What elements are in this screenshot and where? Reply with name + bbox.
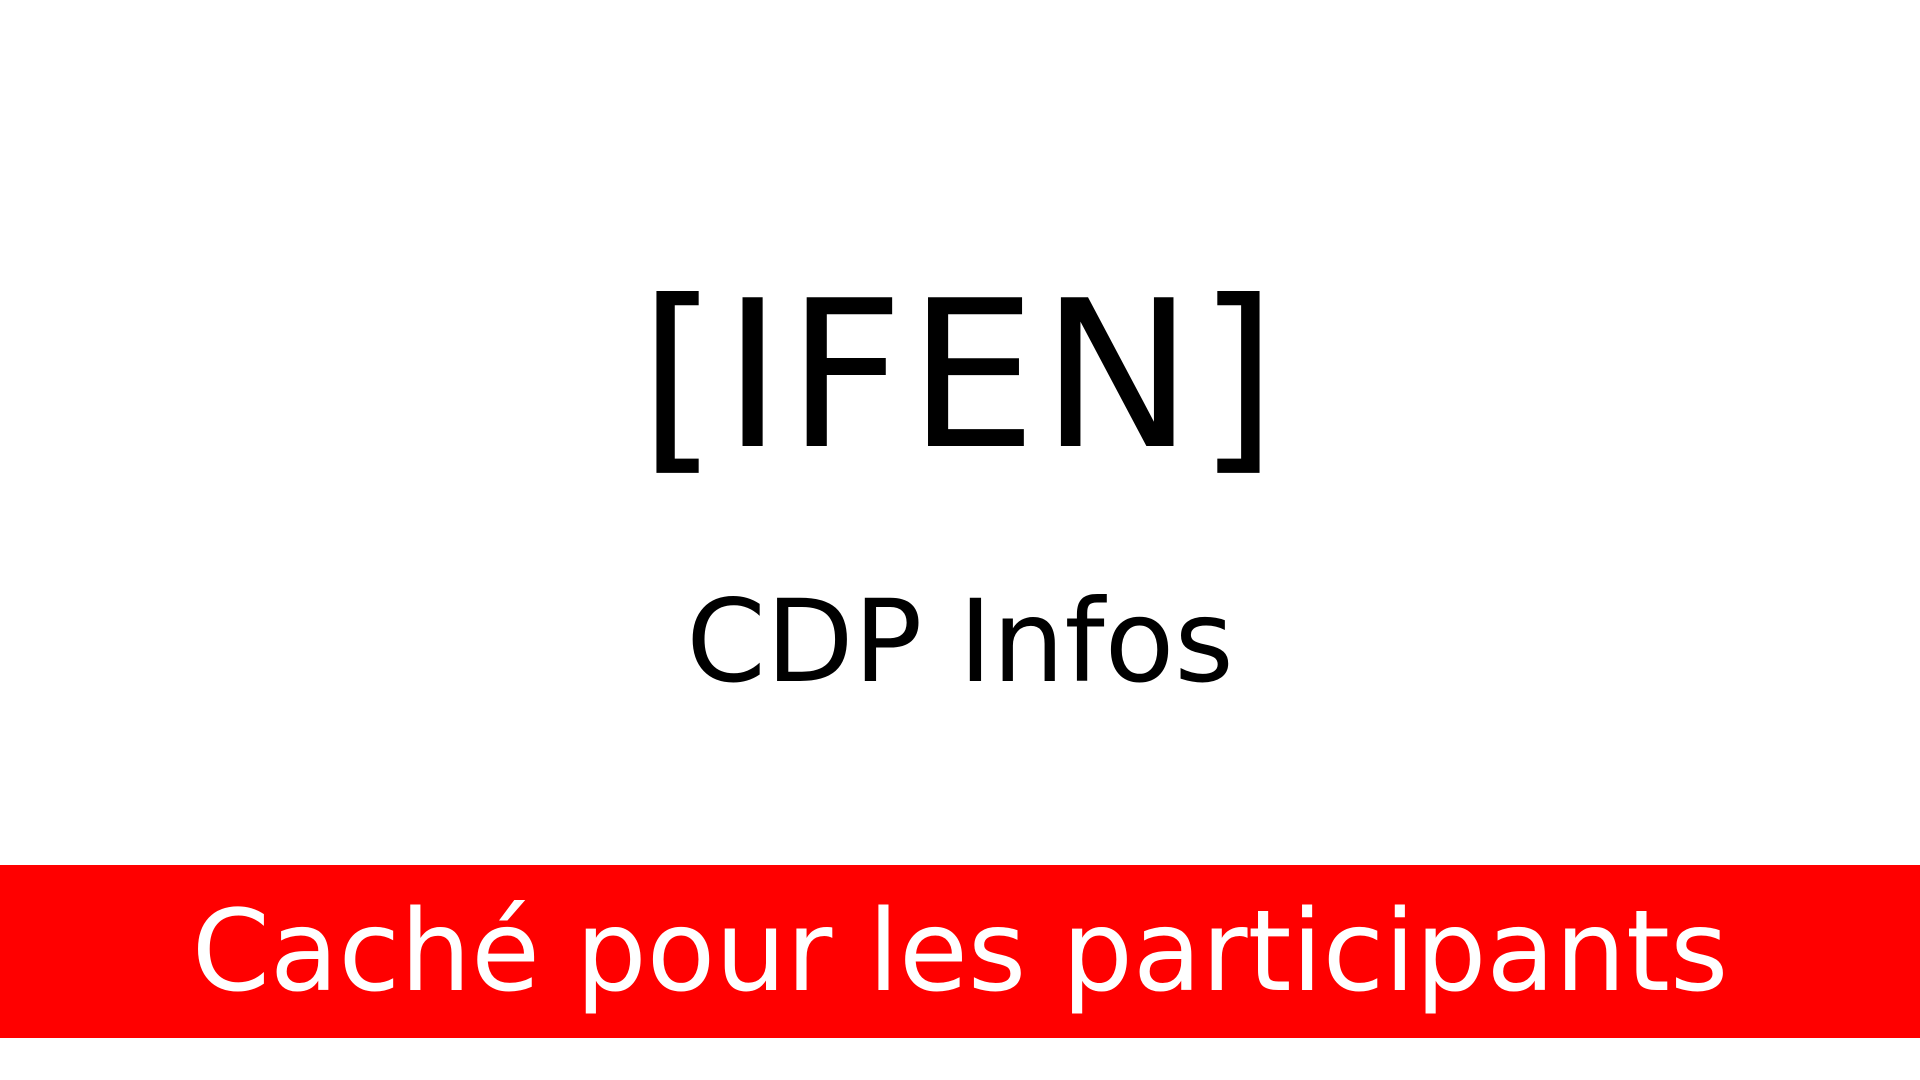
slide-subtitle: CDP Infos [686, 575, 1234, 708]
banner-text: Caché pour les participants [191, 886, 1729, 1017]
ifen-logo-text: [IFEN] [638, 258, 1282, 495]
hidden-banner: Caché pour les participants [0, 865, 1920, 1038]
